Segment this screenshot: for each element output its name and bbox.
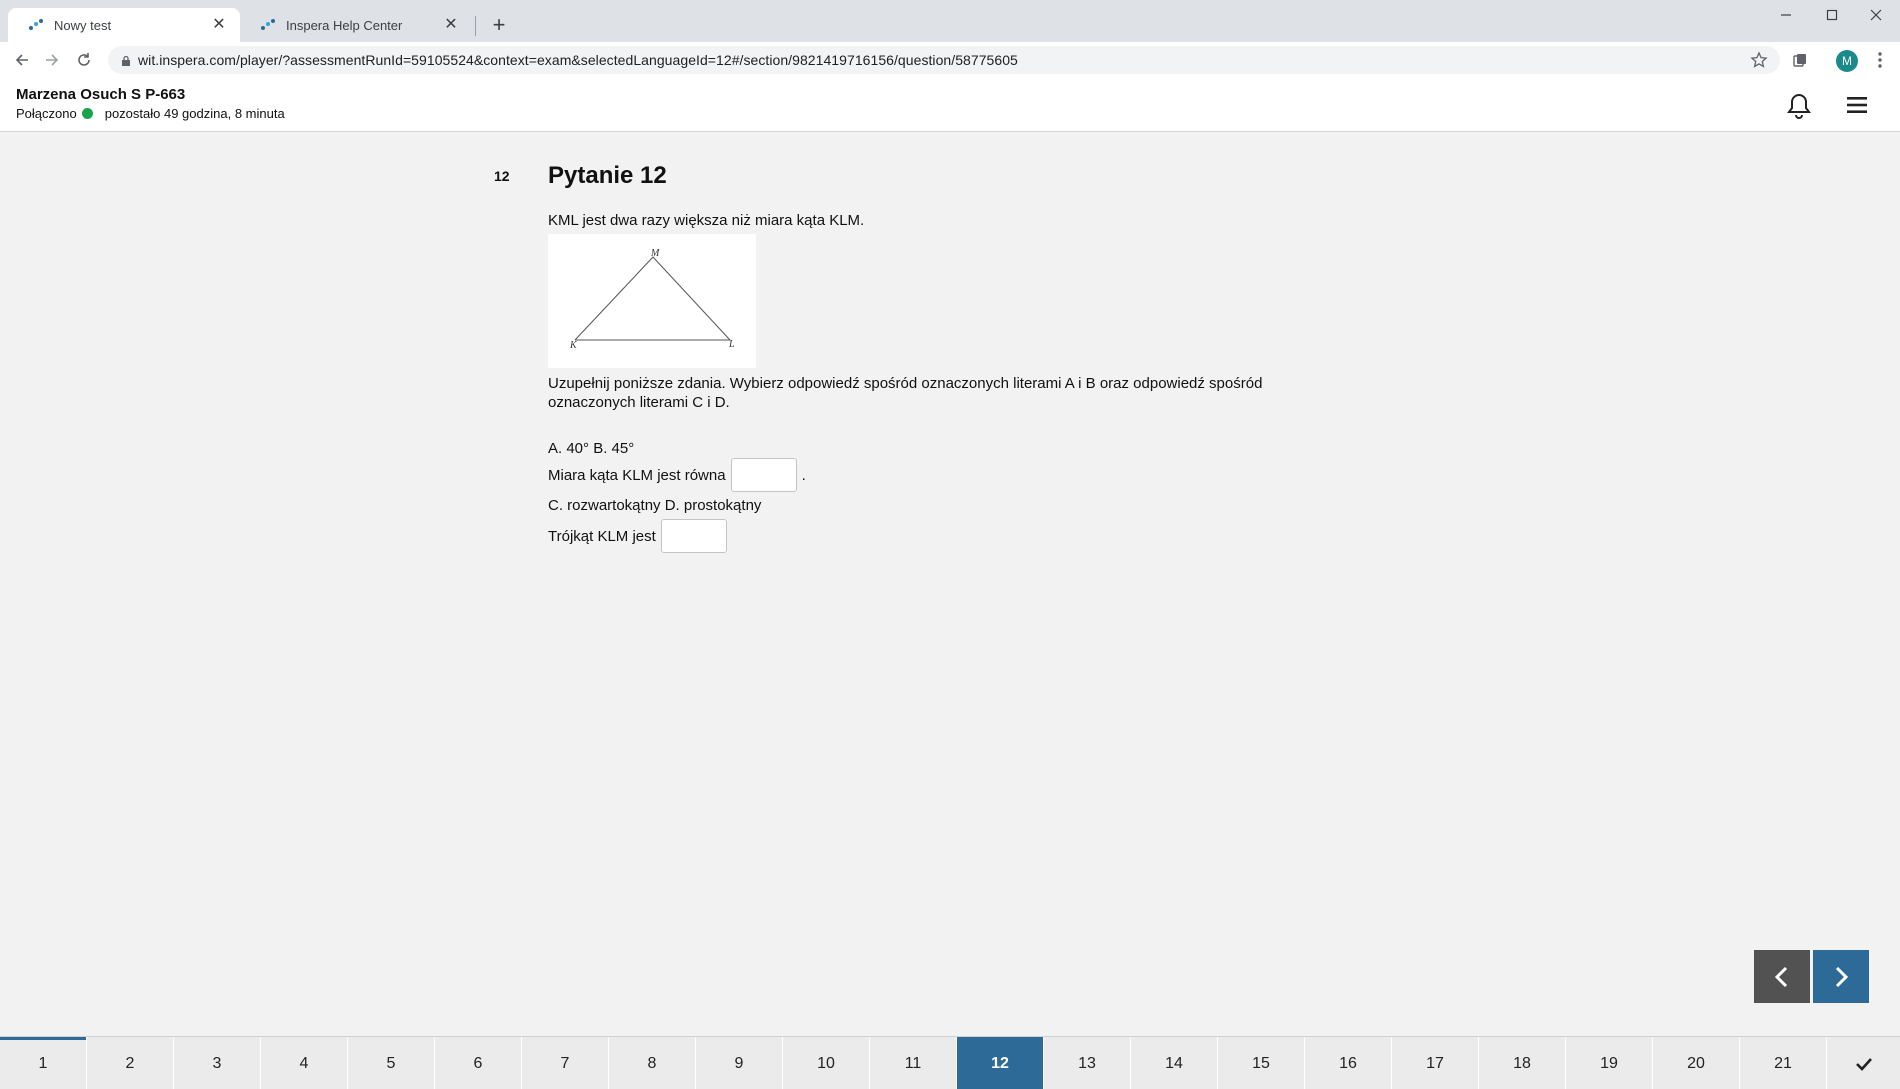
question-title: Pytanie 12 <box>548 162 667 189</box>
address-bar[interactable]: wit.inspera.com/player/?assessmentRunId=… <box>108 46 1780 74</box>
triangle-figure: M K L <box>548 234 756 368</box>
tab-divider <box>475 16 476 36</box>
question-nav-item-8[interactable]: 8 <box>609 1037 696 1089</box>
connection-status: Połączono <box>16 106 77 121</box>
question-instruction: Uzupełnij poniższe zdania. Wybierz odpow… <box>548 375 1263 411</box>
question-navigation-bar: 1 2 3 4 5 6 7 8 9 10 11 12 13 14 15 16 17 18 19 20 21 <box>0 1036 1900 1089</box>
new-tab-plus-icon[interactable]: + <box>485 12 513 40</box>
next-question-button[interactable] <box>1813 950 1869 1003</box>
question-nav-item-18[interactable]: 18 <box>1479 1037 1566 1089</box>
sentence-2: Trójkąt KLM jest <box>548 519 732 553</box>
question-nav-item-5[interactable]: 5 <box>348 1037 435 1089</box>
options-a-b: A. 40° B. 45° <box>548 440 635 457</box>
reload-icon[interactable] <box>70 46 98 74</box>
browser-menu-icon[interactable] <box>1872 48 1888 72</box>
question-nav-item-15[interactable]: 15 <box>1218 1037 1305 1089</box>
question-nav-item-10[interactable]: 10 <box>783 1037 870 1089</box>
maximize-icon[interactable] <box>1810 0 1854 30</box>
exam-header: Marzena Osuch S P-663 Połączono pozostał… <box>0 78 1900 132</box>
options-c-d: C. rozwartokątny D. prostokątny <box>548 497 762 514</box>
close-icon[interactable]: ✕ <box>210 16 228 34</box>
sentence-1-end: . <box>801 466 806 484</box>
window-close-icon[interactable] <box>1854 0 1898 30</box>
profile-avatar[interactable]: M <box>1836 50 1858 72</box>
browser-tab-nowy-test[interactable]: Nowy test ✕ <box>8 8 240 42</box>
time-remaining: pozostało 49 godzina, 8 minuta <box>104 106 285 121</box>
browser-tabstrip: Nowy test ✕ Inspera Help Center ✕ + <box>0 0 1900 42</box>
bell-icon[interactable] <box>1786 92 1812 120</box>
lock-icon <box>120 54 132 66</box>
tab-title: Nowy test <box>54 17 112 33</box>
question-nav-item-2[interactable]: 2 <box>87 1037 174 1089</box>
chevron-left-icon <box>1774 966 1788 987</box>
back-arrow-icon[interactable] <box>8 46 36 74</box>
question-nav-item-16[interactable]: 16 <box>1305 1037 1392 1089</box>
finish-test-button[interactable] <box>1827 1037 1900 1089</box>
answer-drop-zone-2[interactable] <box>660 519 727 553</box>
question-nav-item-3[interactable]: 3 <box>174 1037 261 1089</box>
answer-drop-zone-1[interactable] <box>730 458 797 492</box>
question-nav-item-20[interactable]: 20 <box>1653 1037 1740 1089</box>
sentence-1: Miara kąta KLM jest równa . <box>548 458 806 492</box>
chevron-right-icon <box>1835 966 1849 987</box>
question-nav-item-14[interactable]: 14 <box>1131 1037 1218 1089</box>
question-nav-item-21[interactable]: 21 <box>1740 1037 1827 1089</box>
hamburger-menu-icon[interactable] <box>1845 94 1869 116</box>
question-nav-item-9[interactable]: 9 <box>696 1037 783 1089</box>
extensions-icon[interactable] <box>1792 52 1808 68</box>
vertex-label-l: L <box>728 339 735 350</box>
checkmark-icon <box>1855 1057 1872 1071</box>
question-nav-item-13[interactable]: 13 <box>1044 1037 1131 1089</box>
inspera-favicon-icon <box>260 17 276 33</box>
browser-toolbar: wit.inspera.com/player/?assessmentRunId=… <box>0 42 1900 78</box>
forward-arrow-icon[interactable] <box>38 46 66 74</box>
vertex-label-m: M <box>650 248 660 259</box>
connected-status-dot <box>81 108 93 119</box>
question-nav-item-12[interactable]: 12 <box>957 1037 1044 1089</box>
question-number: 12 <box>494 168 510 184</box>
minimize-icon[interactable] <box>1764 0 1808 30</box>
bookmark-star-icon[interactable] <box>1750 51 1768 69</box>
candidate-name: Marzena Osuch S P-663 <box>16 86 186 103</box>
question-nav-item-4[interactable]: 4 <box>261 1037 348 1089</box>
inspera-favicon-icon <box>28 17 44 33</box>
close-icon[interactable]: ✕ <box>442 16 460 34</box>
question-nav-item-7[interactable]: 7 <box>522 1037 609 1089</box>
question-nav-item-1[interactable]: 1 <box>0 1037 87 1089</box>
sentence-1-text: Miara kąta KLM jest równa <box>548 466 726 484</box>
question-nav-item-19[interactable]: 19 <box>1566 1037 1653 1089</box>
previous-question-button[interactable] <box>1754 950 1810 1003</box>
question-nav-item-17[interactable]: 17 <box>1392 1037 1479 1089</box>
connection-status-row: Połączono pozostało 49 godzina, 8 minuta <box>16 106 285 121</box>
browser-tab-help-center[interactable]: Inspera Help Center ✕ <box>240 8 472 42</box>
url-text: wit.inspera.com/player/?assessmentRunId=… <box>138 52 1018 68</box>
question-nav-item-11[interactable]: 11 <box>870 1037 957 1089</box>
sentence-2-text: Trójkąt KLM jest <box>548 527 656 545</box>
tab-title: Inspera Help Center <box>286 17 403 33</box>
question-nav-item-6[interactable]: 6 <box>435 1037 522 1089</box>
question-intro: KML jest dwa razy większa niż miara kąta… <box>548 212 865 229</box>
vertex-label-k: K <box>569 340 578 351</box>
